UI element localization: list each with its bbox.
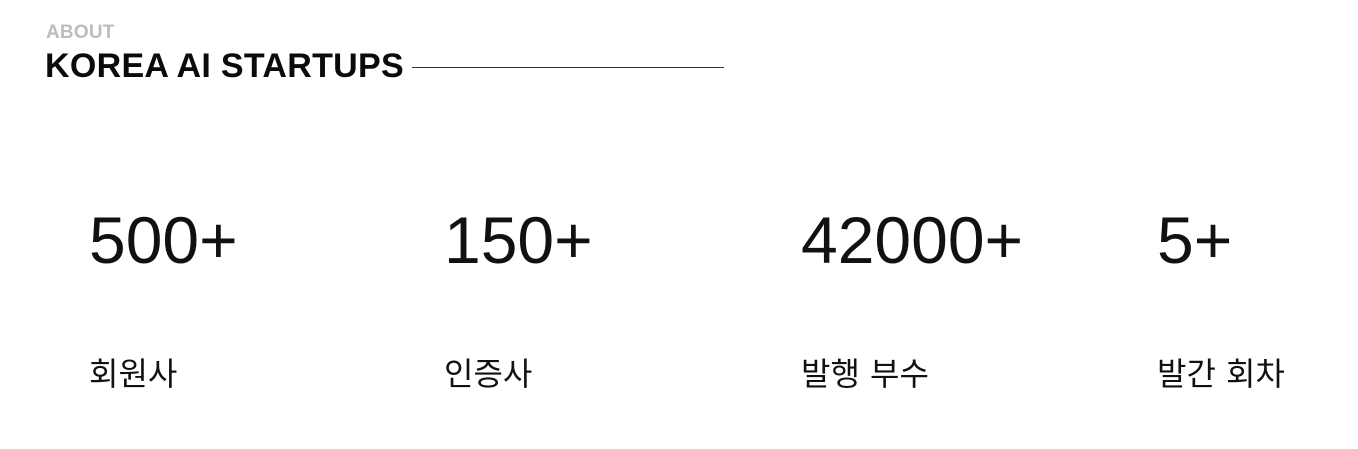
- stats-row: 500+ 회원사 150+ 인증사 42000+ 발행 부수 5+ 발간 회차: [0, 200, 1358, 420]
- section-title: KOREA AI STARTUPS: [45, 47, 404, 85]
- stat-value: 150+: [444, 203, 593, 277]
- stat-circulation: 42000+ 발행 부수: [801, 200, 1024, 393]
- stat-label: 발행 부수: [801, 355, 929, 393]
- stat-label: 발간 회차: [1157, 355, 1285, 393]
- stat-certified: 150+ 인증사: [444, 200, 593, 393]
- stat-members: 500+ 회원사: [89, 200, 238, 393]
- stat-label: 회원사: [89, 355, 178, 393]
- stat-issues: 5+ 발간 회차: [1157, 200, 1285, 393]
- stat-value: 5+: [1157, 203, 1233, 277]
- stat-value: 500+: [89, 203, 238, 277]
- stat-value: 42000+: [801, 203, 1024, 277]
- section-header: KOREA AI STARTUPS: [45, 46, 724, 86]
- title-divider: [411, 66, 724, 68]
- stat-label: 인증사: [444, 355, 533, 393]
- section-eyebrow: ABOUT: [46, 22, 115, 43]
